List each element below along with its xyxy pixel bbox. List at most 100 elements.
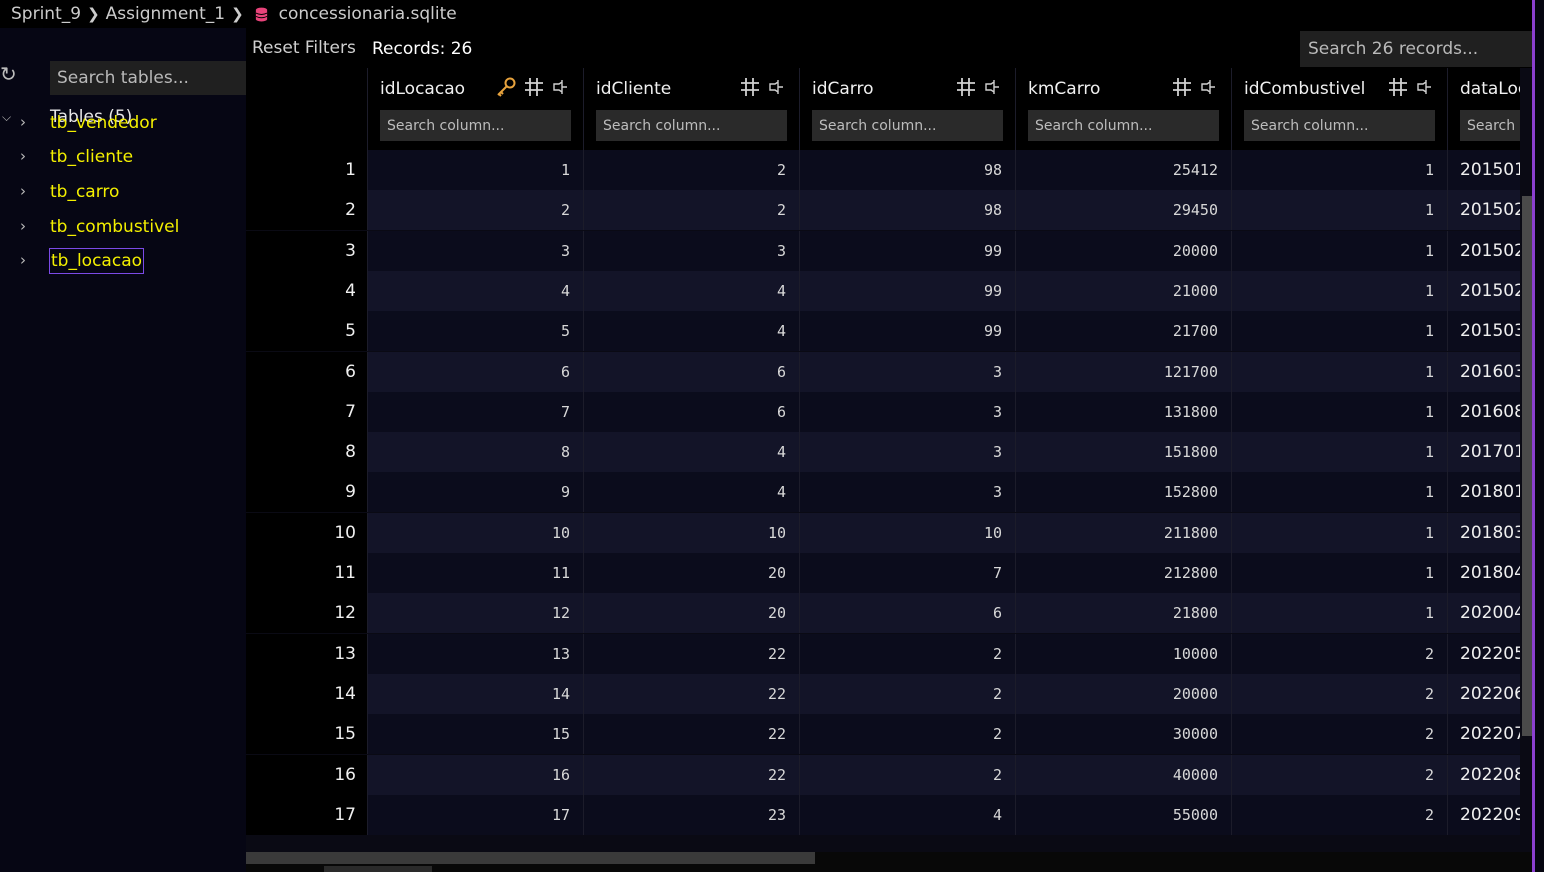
table-row[interactable]: 6 6 6 3 121700 1 201603 — [246, 351, 1520, 392]
column-header[interactable]: idCliente — [583, 68, 799, 150]
table-cell[interactable]: 10 — [799, 512, 1015, 553]
chevron-right-icon[interactable]: › — [20, 217, 26, 235]
table-cell[interactable]: 121700 — [1015, 351, 1231, 392]
column-header[interactable]: idLocacao — [367, 68, 583, 150]
table-row[interactable]: 13 13 22 2 10000 2 202205 — [246, 633, 1520, 674]
table-cell[interactable]: 2 — [583, 190, 799, 231]
pin-icon[interactable] — [767, 78, 785, 96]
table-cell[interactable]: 8 — [367, 432, 583, 473]
table-cell[interactable]: 202209 — [1447, 794, 1520, 835]
table-cell[interactable]: 22 — [583, 633, 799, 674]
table-cell[interactable]: 201801 — [1447, 472, 1520, 513]
column-name[interactable]: idCarro — [812, 79, 874, 99]
sidebar-item-tb-cliente[interactable]: › tb_cliente — [0, 145, 246, 171]
table-cell[interactable]: 2 — [367, 190, 583, 231]
sidebar-item-tb-vendedor[interactable]: › tb_vendedor — [0, 111, 246, 137]
column-search-input[interactable] — [1028, 110, 1219, 141]
table-row[interactable]: 15 15 22 2 30000 2 202207 — [246, 714, 1520, 755]
pin-icon[interactable] — [1415, 78, 1433, 96]
table-cell[interactable]: 4 — [583, 311, 799, 352]
table-cell[interactable]: 201804 — [1447, 553, 1520, 593]
column-search-input[interactable] — [380, 110, 571, 141]
table-cell[interactable]: 6 — [583, 351, 799, 392]
table-cell[interactable]: 6 — [799, 593, 1015, 634]
sidebar-item-tb-locacao[interactable]: › tb_locacao — [0, 248, 246, 275]
table-cell[interactable]: 202205 — [1447, 633, 1520, 674]
table-cell[interactable]: 6 — [367, 351, 583, 392]
table-cell[interactable]: 55000 — [1015, 794, 1231, 835]
table-cell[interactable]: 1 — [1231, 311, 1447, 352]
column-search-input[interactable] — [1460, 110, 1520, 141]
table-cell[interactable]: 201701 — [1447, 432, 1520, 473]
table-cell[interactable]: 9 — [367, 472, 583, 513]
scrollbar-thumb[interactable] — [1522, 196, 1532, 736]
table-row[interactable]: 3 3 3 99 20000 1 201502 — [246, 230, 1520, 271]
table-cell[interactable]: 2 — [1231, 714, 1447, 755]
table-cell[interactable]: 12 — [367, 593, 583, 634]
table-cell[interactable]: 1 — [1231, 472, 1447, 513]
column-search-input[interactable] — [812, 110, 1003, 141]
table-row[interactable]: 10 10 10 10 211800 1 201803 — [246, 512, 1520, 553]
table-name[interactable]: tb_locacao — [49, 248, 145, 274]
table-cell[interactable]: 11 — [367, 553, 583, 593]
table-cell[interactable]: 13 — [367, 633, 583, 674]
column-name[interactable]: dataLoc — [1460, 79, 1520, 99]
table-cell[interactable]: 2 — [1231, 794, 1447, 835]
search-tables-input[interactable] — [50, 61, 246, 95]
table-cell[interactable]: 1 — [1231, 230, 1447, 271]
table-cell[interactable]: 4 — [799, 794, 1015, 835]
table-row[interactable]: 1 1 2 98 25412 1 201501 — [246, 150, 1520, 190]
table-row[interactable]: 17 17 23 4 55000 2 202209 — [246, 794, 1520, 835]
table-cell[interactable]: 3 — [799, 351, 1015, 392]
column-header[interactable]: idCombustivel — [1231, 68, 1447, 150]
pin-icon[interactable] — [551, 78, 569, 96]
table-cell[interactable]: 4 — [583, 270, 799, 311]
table-cell[interactable]: 98 — [799, 150, 1015, 190]
scrollbar-thumb[interactable] — [246, 852, 815, 864]
vertical-scrollbar[interactable] — [1520, 68, 1532, 852]
table-cell[interactable]: 20000 — [1015, 230, 1231, 271]
column-name[interactable]: idCliente — [596, 79, 671, 99]
column-header[interactable]: dataLoc — [1447, 68, 1520, 150]
table-cell[interactable]: 4 — [583, 472, 799, 513]
column-name[interactable]: idCombustivel — [1244, 79, 1365, 99]
table-cell[interactable]: 5 — [367, 311, 583, 352]
table-cell[interactable]: 3 — [799, 472, 1015, 513]
table-row[interactable]: 12 12 20 6 21800 1 202004 — [246, 593, 1520, 634]
table-cell[interactable]: 10 — [367, 512, 583, 553]
table-cell[interactable]: 15 — [367, 714, 583, 755]
table-cell[interactable]: 131800 — [1015, 391, 1231, 432]
column-header[interactable]: kmCarro — [1015, 68, 1231, 150]
table-cell[interactable]: 40000 — [1015, 754, 1231, 795]
table-cell[interactable]: 7 — [367, 391, 583, 432]
table-cell[interactable]: 29450 — [1015, 190, 1231, 231]
table-row[interactable]: 8 8 4 3 151800 1 201701 — [246, 432, 1520, 473]
table-cell[interactable]: 98 — [799, 190, 1015, 231]
table-cell[interactable]: 1 — [367, 150, 583, 190]
table-cell[interactable]: 152800 — [1015, 472, 1231, 513]
chevron-right-icon[interactable]: › — [20, 147, 26, 165]
chevron-right-icon[interactable]: › — [20, 113, 26, 131]
table-cell[interactable]: 151800 — [1015, 432, 1231, 473]
table-name[interactable]: tb_combustivel — [50, 215, 179, 239]
column-name[interactable]: kmCarro — [1028, 79, 1100, 99]
table-cell[interactable]: 23 — [583, 794, 799, 835]
column-header[interactable]: idCarro — [799, 68, 1015, 150]
table-cell[interactable]: 201503 — [1447, 311, 1520, 352]
table-cell[interactable]: 1 — [1231, 391, 1447, 432]
table-cell[interactable]: 99 — [799, 230, 1015, 271]
table-cell[interactable]: 20 — [583, 593, 799, 634]
table-cell[interactable]: 2 — [799, 754, 1015, 795]
table-cell[interactable]: 17 — [367, 794, 583, 835]
table-cell[interactable]: 4 — [583, 432, 799, 473]
table-cell[interactable]: 21700 — [1015, 311, 1231, 352]
column-name[interactable]: idLocacao — [380, 79, 465, 99]
table-row[interactable]: 7 7 6 3 131800 1 201608 — [246, 391, 1520, 432]
table-cell[interactable]: 3 — [583, 230, 799, 271]
breadcrumb-file[interactable]: concessionaria.sqlite — [279, 4, 457, 24]
table-cell[interactable]: 1 — [1231, 553, 1447, 593]
sidebar-item-tb-combustivel[interactable]: › tb_combustivel — [0, 215, 246, 241]
table-row[interactable]: 14 14 22 2 20000 2 202206 — [246, 673, 1520, 714]
table-cell[interactable]: 2 — [1231, 754, 1447, 795]
table-cell[interactable]: 21000 — [1015, 270, 1231, 311]
